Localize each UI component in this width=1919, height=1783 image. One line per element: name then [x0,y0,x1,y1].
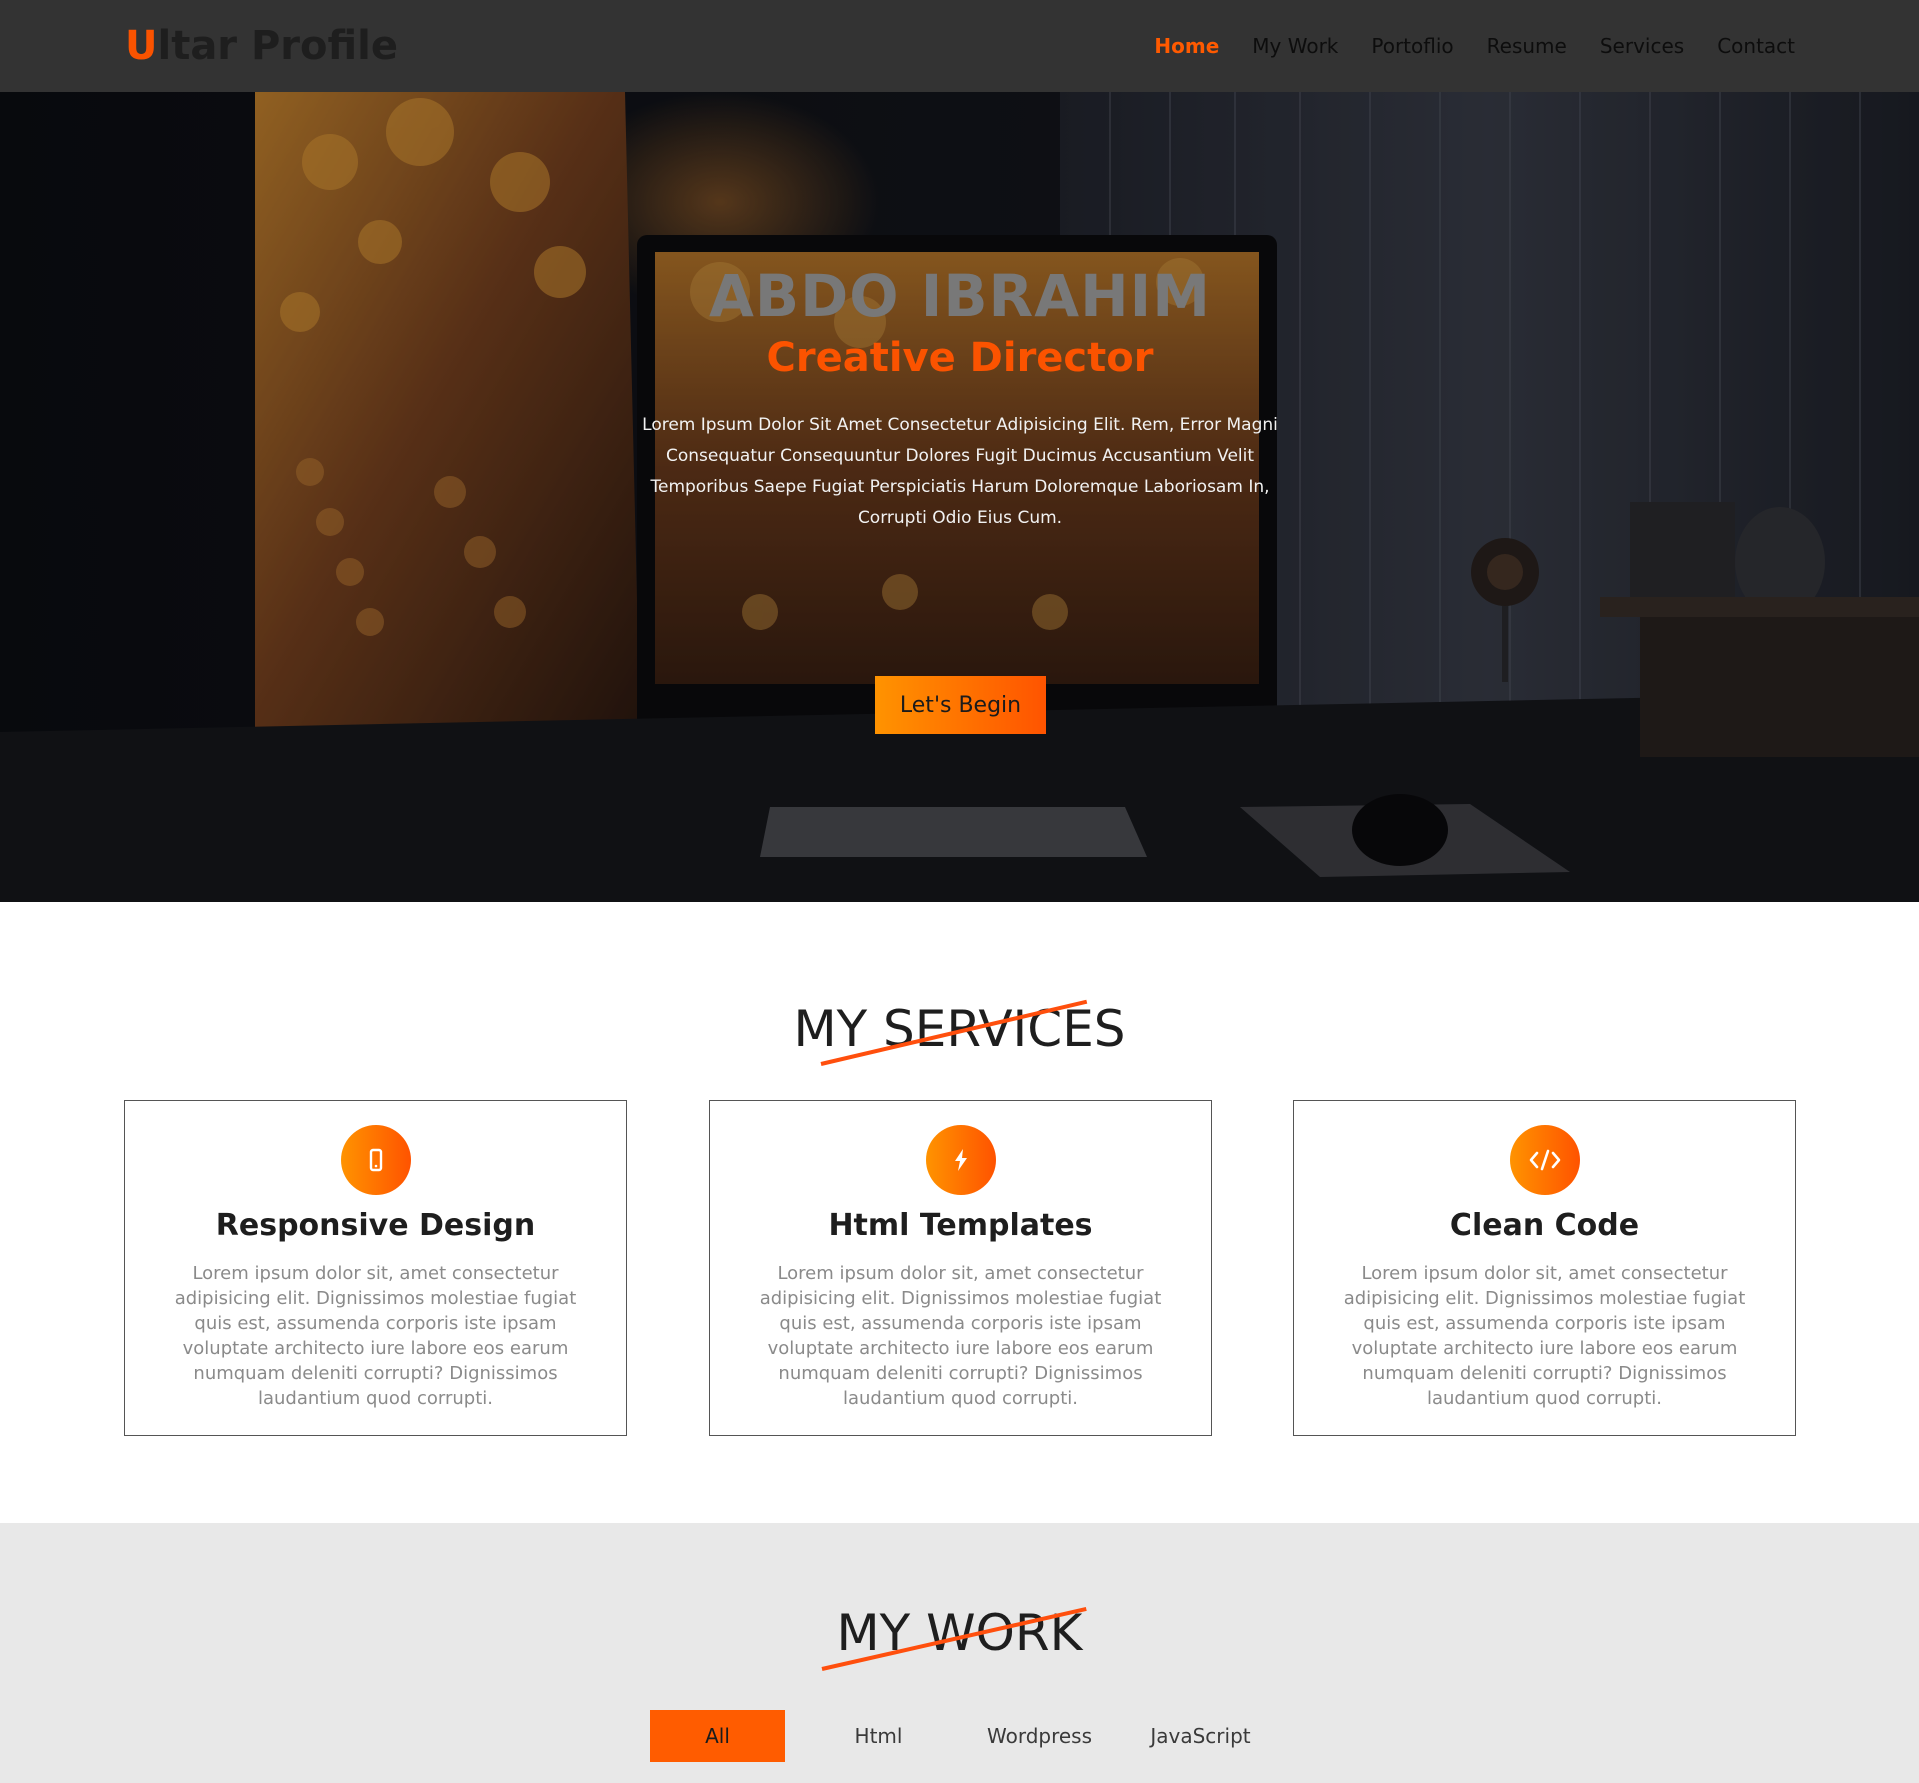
nav-portfolio[interactable]: Portoflio [1371,30,1453,62]
work-filters: All Html Wordpress JavaScript [650,1710,1268,1762]
service-card-clean-code: Clean Code Lorem ipsum dolor sit, amet c… [1293,1100,1796,1436]
hero-section: ABDO IBRAHIM Creative Director Lorem Ips… [0,92,1919,902]
main-nav: Home My Work Portoflio Resume Services C… [1154,30,1795,62]
logo-initial: U [125,23,158,69]
filter-javascript[interactable]: JavaScript [1133,1710,1268,1762]
hero-description: Lorem Ipsum Dolor Sit Amet Consectetur A… [642,415,1278,528]
code-icon [1510,1125,1580,1195]
service-card-responsive: Responsive Design Lorem ipsum dolor sit,… [124,1100,627,1436]
nav-contact[interactable]: Contact [1717,30,1795,62]
navbar: Ultar Profile Home My Work Portoflio Res… [0,0,1919,92]
service-card-html: Html Templates Lorem ipsum dolor sit, am… [709,1100,1212,1436]
filter-all[interactable]: All [650,1710,785,1762]
services-section: MY SERVICES Responsive Design Lorem ipsu… [0,902,1919,1523]
lets-begin-button[interactable]: Let's Begin [875,676,1046,734]
nav-resume[interactable]: Resume [1487,30,1567,62]
nav-my-work[interactable]: My Work [1252,30,1338,62]
bolt-icon [926,1125,996,1195]
filter-wordpress[interactable]: Wordpress [972,1710,1107,1762]
nav-services[interactable]: Services [1600,30,1684,62]
service-card-text: Lorem ipsum dolor sit, amet consectetur … [759,1263,1162,1409]
nav-home[interactable]: Home [1154,30,1219,62]
hero-role: Creative Director [766,335,1154,381]
service-card-text: Lorem ipsum dolor sit, amet consectetur … [174,1263,577,1409]
filter-html[interactable]: Html [811,1710,946,1762]
mobile-icon [341,1125,411,1195]
service-card-title: Clean Code [1449,1208,1640,1243]
logo[interactable]: Ultar Profile [125,20,398,72]
service-card-title: Responsive Design [215,1208,536,1243]
service-card-text: Lorem ipsum dolor sit, amet consectetur … [1343,1263,1746,1409]
hero-content: ABDO IBRAHIM Creative Director Lorem Ips… [610,262,1310,534]
work-section: MY WORK All Html Wordpress JavaScript [0,1523,1919,1783]
logo-text: ltar Profile [157,23,398,69]
service-card-title: Html Templates [828,1208,1093,1243]
hero-name: ABDO IBRAHIM [709,262,1211,330]
work-title: MY WORK [836,1604,1083,1662]
